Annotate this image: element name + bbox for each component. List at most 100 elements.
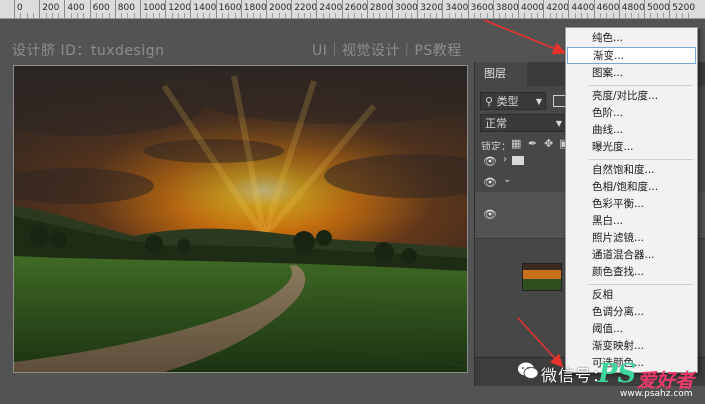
ruler-minor-tick [530,13,532,18]
ruler-minor-tick [45,13,47,18]
lock-move-icon[interactable]: ✥ [544,137,553,150]
chevron-down-icon: ▼ [555,119,562,128]
ruler-minor-tick [152,13,154,18]
ruler-minor-tick [329,13,330,18]
menu-item-black-white[interactable]: 黑白... [566,213,697,230]
menu-item-solid-color[interactable]: 纯色... [566,30,697,47]
designer-watermark: 设计脐 ID：tuxdesign [12,43,165,59]
ruler-minor-tick [473,13,475,18]
ruler-minor-tick [77,13,78,18]
eye-icon[interactable]: 👁 [483,176,497,189]
ruler-minor-tick [272,13,274,18]
ruler-minor-tick [486,13,488,18]
ruler-minor-tick [574,13,576,18]
menu-item-color-lookup[interactable]: 颜色查找... [566,264,697,281]
ruler-minor-tick [20,13,22,18]
menu-item-curves[interactable]: 曲线... [566,122,697,139]
menu-item-pattern[interactable]: 图案... [566,65,697,82]
chevron-right-icon[interactable]: › [503,154,507,165]
horizontal-ruler: 0 200 400 600 800 1000 1200 1400 1600 1800 2000 220… [0,0,705,19]
ruler-minor-tick [637,13,639,18]
tab-layers[interactable]: 图层 [475,62,527,86]
filter-label: 类型 [496,95,519,108]
menu-item-threshold[interactable]: 阈值... [566,321,697,338]
ruler-minor-tick [203,13,204,18]
folder-icon [512,156,524,165]
ruler-minor-tick [455,13,456,18]
document-canvas[interactable] [13,65,468,373]
ruler-minor-tick [599,13,601,18]
ruler-minor-tick [385,13,387,18]
wechat-logo-icon [518,362,539,379]
ruler-minor-tick [662,13,664,18]
ruler-minor-tick [83,13,85,18]
chevron-down-icon[interactable]: ⌄ [503,174,511,185]
ruler-minor-tick [429,13,431,18]
menu-item-invert[interactable]: 反相 [566,287,697,304]
ruler-tick-label: 0 [14,0,23,18]
lock-transparent-icon[interactable]: ▦ [511,137,521,150]
ruler-minor-tick [612,13,614,18]
chevron-down-icon: ▼ [535,97,542,106]
ruler-minor-tick [555,13,557,18]
ruler-minor-tick [562,13,564,18]
ruler-minor-tick [58,13,60,18]
ruler-minor-tick [650,13,652,18]
search-icon: ⚲ [485,95,494,108]
ruler-minor-tick [499,13,501,18]
ruler-minor-tick [335,13,337,18]
ruler-tick-label: 400 [64,0,85,18]
menu-item-vibrance[interactable]: 自然饱和度... [566,162,697,179]
ruler-minor-tick [228,13,230,18]
landscape-photo [14,66,467,372]
menu-separator [589,284,693,285]
ruler-minor-tick [354,13,356,18]
ruler-tick-label: 800 [114,0,135,18]
menu-item-gradient[interactable]: 渐变... [567,47,696,64]
ruler-minor-tick [505,13,507,18]
menu-item-levels[interactable]: 色阶... [566,105,697,122]
ruler-minor-tick [436,13,438,18]
ruler-minor-tick [606,13,608,18]
menu-item-exposure[interactable]: 曝光度... [566,139,697,156]
blend-mode-value: 正常 [485,117,507,130]
ruler-tick-label: 600 [89,0,110,18]
menu-item-photo-filter[interactable]: 照片滤镜... [566,230,697,247]
ruler-minor-tick [549,13,551,18]
ruler-minor-tick [373,13,375,18]
ruler-minor-tick [158,13,160,18]
eye-icon[interactable]: 👁 [483,208,497,221]
menu-item-channel-mixer[interactable]: 通道混合器... [566,247,697,264]
lock-brush-icon[interactable]: ✒ [528,137,537,150]
ruler-minor-tick [625,13,627,18]
ruler-minor-tick [631,13,633,18]
menu-separator [589,85,693,86]
ruler-minor-tick [133,13,135,18]
menu-item-color-balance[interactable]: 色彩平衡... [566,196,697,213]
ruler-minor-tick [675,13,677,18]
ruler-minor-tick [379,13,381,18]
ruler-minor-tick [480,13,482,18]
topic-watermark: UI｜视觉设计｜PS教程 [312,43,462,59]
layer-filter-dropdown[interactable]: ⚲ 类型 ▼ [480,92,546,110]
ruler-minor-tick [297,13,299,18]
ruler-minor-tick [536,13,538,18]
ruler-minor-tick [247,13,249,18]
ruler-minor-tick [524,13,526,18]
adjustment-layer-menu: 纯色... 渐变... 图案... 亮度/对比度... 色阶... 曲线... … [565,27,698,373]
menu-item-posterize[interactable]: 色调分离... [566,304,697,321]
ruler-minor-tick [95,13,97,18]
menu-item-brightness-contrast[interactable]: 亮度/对比度... [566,88,697,105]
blend-mode-dropdown[interactable]: 正常 ▼ [480,114,566,132]
ruler-minor-tick [423,13,425,18]
eye-icon[interactable]: 👁 [483,155,497,168]
ruler-minor-tick [102,13,104,18]
menu-item-hue-saturation[interactable]: 色相/饱和度... [566,179,697,196]
ruler-minor-tick [410,13,412,18]
ruler-minor-tick [688,13,690,18]
ruler-tick-label: 200 [39,0,59,18]
ruler-minor-tick [121,13,123,18]
ruler-minor-tick [511,13,513,18]
ruler-minor-tick [404,13,406,18]
menu-item-gradient-map[interactable]: 渐变映射... [566,338,697,355]
